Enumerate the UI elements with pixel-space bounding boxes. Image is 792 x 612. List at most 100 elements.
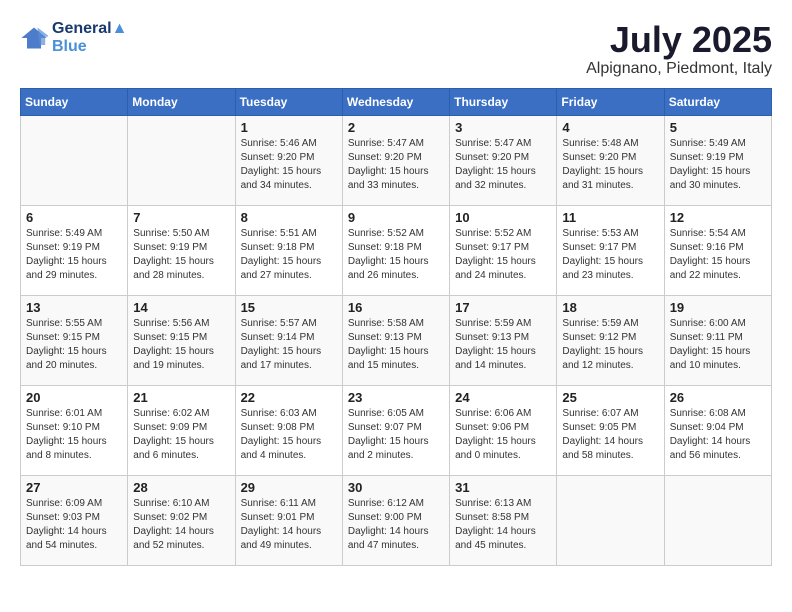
day-number: 29 xyxy=(241,480,337,495)
day-number: 7 xyxy=(133,210,229,225)
day-info: Sunrise: 6:03 AM Sunset: 9:08 PM Dayligh… xyxy=(241,407,337,463)
day-number: 25 xyxy=(562,390,658,405)
weekday-header: Saturday xyxy=(664,88,771,115)
calendar-day-cell: 2 Sunrise: 5:47 AM Sunset: 9:20 PM Daylig… xyxy=(342,115,449,205)
calendar-day-cell: 9Sunrise: 5:52 AM Sunset: 9:18 PM Daylig… xyxy=(342,205,449,295)
calendar-day-cell: 17 Sunrise: 5:59 AM Sunset: 9:13 PM Dayli… xyxy=(450,295,557,385)
weekday-header: Wednesday xyxy=(342,88,449,115)
day-info: Sunrise: 6:13 AM Sunset: 8:58 PM Dayligh… xyxy=(455,497,551,553)
day-number: 1 xyxy=(241,120,337,135)
day-info: Sunrise: 5:59 AM Sunset: 9:12 PM Dayligh… xyxy=(562,317,658,373)
day-info: Sunrise: 5:59 AM Sunset: 9:13 PM Dayligh… xyxy=(455,317,551,373)
calendar-day-cell: 12 Sunrise: 5:54 AM Sunset: 9:16 PM Dayli… xyxy=(664,205,771,295)
day-number: 6 xyxy=(26,210,122,225)
day-info: Sunrise: 6:07 AM Sunset: 9:05 PM Dayligh… xyxy=(562,407,658,463)
weekday-header: Tuesday xyxy=(235,88,342,115)
day-info: Sunrise: 5:47 AM Sunset: 9:20 PM Dayligh… xyxy=(455,137,551,193)
weekday-header: Thursday xyxy=(450,88,557,115)
day-number: 18 xyxy=(562,300,658,315)
day-info: Sunrise: 5:48 AM Sunset: 9:20 PM Dayligh… xyxy=(562,137,658,193)
calendar-day-cell: 4Sunrise: 5:48 AM Sunset: 9:20 PM Daylig… xyxy=(557,115,664,205)
calendar-day-cell: 13 Sunrise: 5:55 AM Sunset: 9:15 PM Dayli… xyxy=(21,295,128,385)
day-number: 23 xyxy=(348,390,444,405)
day-info: Sunrise: 5:51 AM Sunset: 9:18 PM Dayligh… xyxy=(241,227,337,283)
calendar-day-cell: 21Sunrise: 6:02 AM Sunset: 9:09 PM Dayli… xyxy=(128,385,235,475)
day-info: Sunrise: 5:54 AM Sunset: 9:16 PM Dayligh… xyxy=(670,227,766,283)
calendar-day-cell: 1 Sunrise: 5:46 AM Sunset: 9:20 PM Daylig… xyxy=(235,115,342,205)
day-number: 28 xyxy=(133,480,229,495)
calendar-table: SundayMondayTuesdayWednesdayThursdayFrid… xyxy=(20,88,772,566)
day-info: Sunrise: 6:11 AM Sunset: 9:01 PM Dayligh… xyxy=(241,497,337,553)
calendar-day-cell: 25 Sunrise: 6:07 AM Sunset: 9:05 PM Dayli… xyxy=(557,385,664,475)
calendar-day-cell: 31 Sunrise: 6:13 AM Sunset: 8:58 PM Dayli… xyxy=(450,475,557,565)
day-info: Sunrise: 5:55 AM Sunset: 9:15 PM Dayligh… xyxy=(26,317,122,373)
day-number: 14 xyxy=(133,300,229,315)
calendar-week-row: 6 Sunrise: 5:49 AM Sunset: 9:19 PM Daylig… xyxy=(21,205,772,295)
title-section: July 2025 Alpignano, Piedmont, Italy xyxy=(586,20,772,78)
calendar-day-cell: 8 Sunrise: 5:51 AM Sunset: 9:18 PM Daylig… xyxy=(235,205,342,295)
day-info: Sunrise: 6:02 AM Sunset: 9:09 PM Dayligh… xyxy=(133,407,229,463)
calendar-day-cell: 22Sunrise: 6:03 AM Sunset: 9:08 PM Dayli… xyxy=(235,385,342,475)
calendar-day-cell xyxy=(128,115,235,205)
day-info: Sunrise: 6:12 AM Sunset: 9:00 PM Dayligh… xyxy=(348,497,444,553)
logo: General▲ Blue xyxy=(20,20,127,56)
day-info: Sunrise: 6:01 AM Sunset: 9:10 PM Dayligh… xyxy=(26,407,122,463)
calendar-day-cell: 5Sunrise: 5:49 AM Sunset: 9:19 PM Daylig… xyxy=(664,115,771,205)
month-title: July 2025 xyxy=(586,20,772,60)
day-number: 13 xyxy=(26,300,122,315)
calendar-day-cell: 15 Sunrise: 5:57 AM Sunset: 9:14 PM Dayli… xyxy=(235,295,342,385)
day-info: Sunrise: 5:53 AM Sunset: 9:17 PM Dayligh… xyxy=(562,227,658,283)
calendar-week-row: 1 Sunrise: 5:46 AM Sunset: 9:20 PM Daylig… xyxy=(21,115,772,205)
calendar-day-cell: 29 Sunrise: 6:11 AM Sunset: 9:01 PM Dayli… xyxy=(235,475,342,565)
calendar-day-cell xyxy=(557,475,664,565)
day-number: 26 xyxy=(670,390,766,405)
day-info: Sunrise: 5:57 AM Sunset: 9:14 PM Dayligh… xyxy=(241,317,337,373)
calendar-day-cell: 16Sunrise: 5:58 AM Sunset: 9:13 PM Dayli… xyxy=(342,295,449,385)
calendar-day-cell: 30 Sunrise: 6:12 AM Sunset: 9:00 PM Dayli… xyxy=(342,475,449,565)
day-number: 12 xyxy=(670,210,766,225)
day-number: 11 xyxy=(562,210,658,225)
calendar-day-cell: 20 Sunrise: 6:01 AM Sunset: 9:10 PM Dayli… xyxy=(21,385,128,475)
day-number: 2 xyxy=(348,120,444,135)
calendar-day-cell: 26 Sunrise: 6:08 AM Sunset: 9:04 PM Dayli… xyxy=(664,385,771,475)
day-info: Sunrise: 5:49 AM Sunset: 9:19 PM Dayligh… xyxy=(26,227,122,283)
day-info: Sunrise: 6:10 AM Sunset: 9:02 PM Dayligh… xyxy=(133,497,229,553)
day-number: 8 xyxy=(241,210,337,225)
calendar-day-cell xyxy=(21,115,128,205)
weekday-header: Sunday xyxy=(21,88,128,115)
day-number: 31 xyxy=(455,480,551,495)
logo-text: General▲ Blue xyxy=(52,20,127,56)
day-info: Sunrise: 6:06 AM Sunset: 9:06 PM Dayligh… xyxy=(455,407,551,463)
day-number: 15 xyxy=(241,300,337,315)
day-info: Sunrise: 6:05 AM Sunset: 9:07 PM Dayligh… xyxy=(348,407,444,463)
calendar-day-cell: 27 Sunrise: 6:09 AM Sunset: 9:03 PM Dayli… xyxy=(21,475,128,565)
calendar-day-cell: 3Sunrise: 5:47 AM Sunset: 9:20 PM Daylig… xyxy=(450,115,557,205)
day-number: 10 xyxy=(455,210,551,225)
calendar-day-cell: 6 Sunrise: 5:49 AM Sunset: 9:19 PM Daylig… xyxy=(21,205,128,295)
day-info: Sunrise: 5:47 AM Sunset: 9:20 PM Dayligh… xyxy=(348,137,444,193)
location: Alpignano, Piedmont, Italy xyxy=(586,60,772,78)
day-number: 27 xyxy=(26,480,122,495)
calendar-week-row: 13 Sunrise: 5:55 AM Sunset: 9:15 PM Dayli… xyxy=(21,295,772,385)
day-info: Sunrise: 5:52 AM Sunset: 9:17 PM Dayligh… xyxy=(455,227,551,283)
calendar-day-cell: 28 Sunrise: 6:10 AM Sunset: 9:02 PM Dayli… xyxy=(128,475,235,565)
day-number: 24 xyxy=(455,390,551,405)
calendar-week-row: 20 Sunrise: 6:01 AM Sunset: 9:10 PM Dayli… xyxy=(21,385,772,475)
day-info: Sunrise: 5:58 AM Sunset: 9:13 PM Dayligh… xyxy=(348,317,444,373)
logo-icon xyxy=(20,24,48,52)
day-number: 17 xyxy=(455,300,551,315)
calendar-day-cell: 24 Sunrise: 6:06 AM Sunset: 9:06 PM Dayli… xyxy=(450,385,557,475)
calendar-day-cell: 18 Sunrise: 5:59 AM Sunset: 9:12 PM Dayli… xyxy=(557,295,664,385)
day-number: 20 xyxy=(26,390,122,405)
day-info: Sunrise: 6:00 AM Sunset: 9:11 PM Dayligh… xyxy=(670,317,766,373)
day-number: 9 xyxy=(348,210,444,225)
calendar-day-cell: 7Sunrise: 5:50 AM Sunset: 9:19 PM Daylig… xyxy=(128,205,235,295)
day-info: Sunrise: 6:08 AM Sunset: 9:04 PM Dayligh… xyxy=(670,407,766,463)
day-info: Sunrise: 5:56 AM Sunset: 9:15 PM Dayligh… xyxy=(133,317,229,373)
calendar-day-cell: 10 Sunrise: 5:52 AM Sunset: 9:17 PM Dayli… xyxy=(450,205,557,295)
day-number: 30 xyxy=(348,480,444,495)
day-info: Sunrise: 6:09 AM Sunset: 9:03 PM Dayligh… xyxy=(26,497,122,553)
day-number: 19 xyxy=(670,300,766,315)
day-info: Sunrise: 5:46 AM Sunset: 9:20 PM Dayligh… xyxy=(241,137,337,193)
calendar-day-cell: 14 Sunrise: 5:56 AM Sunset: 9:15 PM Dayli… xyxy=(128,295,235,385)
